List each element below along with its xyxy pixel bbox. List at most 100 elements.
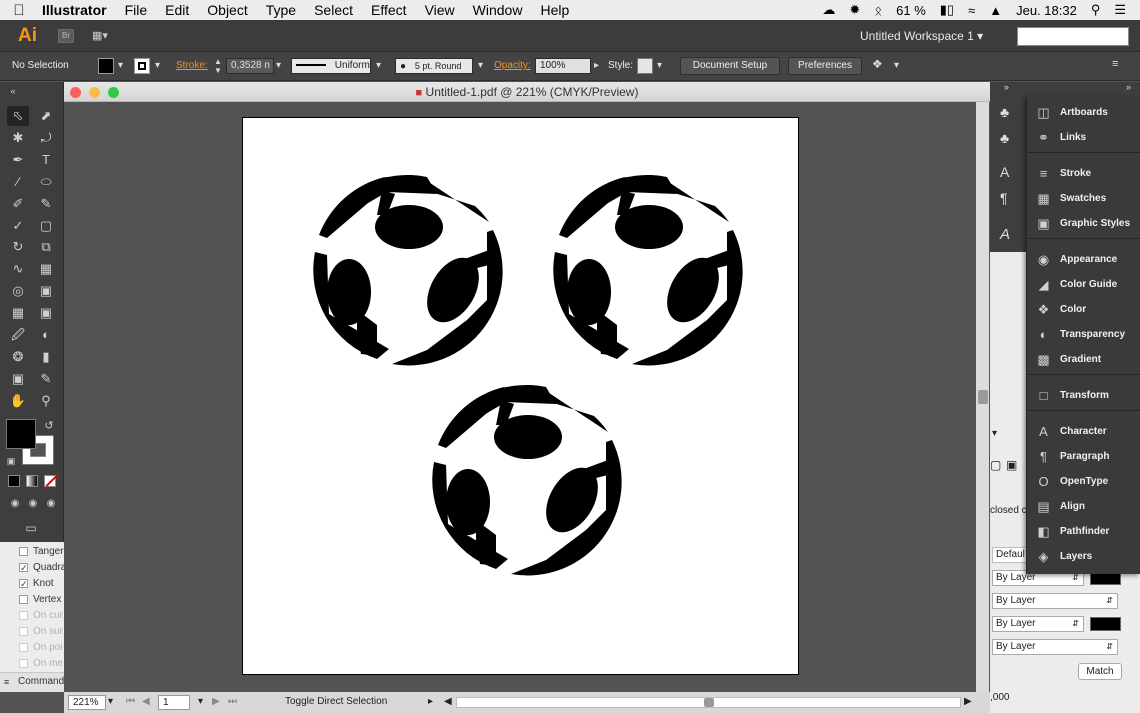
profile-dropdown-icon[interactable]: ▾ — [376, 60, 381, 71]
mesh-tool-icon[interactable]: ▦ — [7, 303, 29, 323]
swap-colors-icon[interactable]: ↺ — [38, 416, 60, 436]
fill-color-front[interactable] — [6, 419, 36, 449]
opacity-field[interactable]: 100% — [535, 58, 591, 74]
pencil-tool-icon[interactable]: ✎ — [35, 194, 57, 214]
symbol-sprayer-tool-icon[interactable]: ❂ — [7, 347, 29, 367]
status-text[interactable]: Toggle Direct Selection — [285, 696, 387, 707]
style-dropdown-icon[interactable]: ▾ — [657, 60, 662, 71]
search-icon[interactable]: ⚲ — [1091, 2, 1101, 18]
menu-app-name[interactable]: Illustrator — [38, 0, 116, 20]
help-search-input[interactable] — [1017, 27, 1129, 46]
fill-dropdown-icon[interactable]: ▾ — [118, 60, 123, 71]
guide-checkbox[interactable] — [19, 595, 28, 604]
dock-item-transform[interactable]: □ Transform — [1027, 383, 1140, 408]
zoom-dropdown-icon[interactable]: ▾ — [108, 696, 113, 707]
hscroll-right-icon[interactable]: ▶ — [964, 696, 972, 707]
next-artboard-icon[interactable]: ▶ — [212, 696, 220, 707]
shape-builder-tool-icon[interactable]: ◎ — [7, 281, 29, 301]
gear-icon[interactable]: ✹ — [849, 2, 860, 18]
width-tool-icon[interactable]: ∿ — [7, 259, 29, 279]
dock-item-swatches[interactable]: ▦ Swatches — [1027, 186, 1140, 211]
type-tool-icon[interactable]: T — [35, 150, 57, 170]
fill-swatch[interactable] — [98, 58, 114, 74]
minimize-window-button[interactable] — [89, 87, 100, 98]
by-layer-dropdown-4[interactable]: By Layer ⇵ — [992, 639, 1118, 655]
dock-item-gradient[interactable]: ▩ Gradient — [1027, 347, 1140, 372]
variable-width-profile[interactable]: Uniform — [291, 58, 371, 74]
command-list-icon[interactable]: ≡ — [4, 677, 9, 687]
gradient-mode-button[interactable] — [26, 475, 38, 487]
dock-item-layers[interactable]: ◈ Layers — [1027, 544, 1140, 569]
apple-icon[interactable]:  — [0, 2, 38, 19]
opacity-dropdown-icon[interactable]: ▸ — [594, 60, 599, 71]
menu-help[interactable]: Help — [531, 0, 578, 20]
guide-checkbox[interactable] — [19, 547, 28, 556]
zoom-field[interactable]: 221% — [68, 695, 106, 710]
paragraph-styles-icon[interactable]: ¶ — [1000, 190, 1008, 206]
bluetooth-icon[interactable]: ᛟ — [874, 3, 882, 18]
dock-item-align[interactable]: ▤ Align — [1027, 494, 1140, 519]
artboard-number-field[interactable]: 1 — [158, 695, 190, 710]
color-mode-button[interactable] — [8, 475, 20, 487]
vertical-scroll-thumb[interactable] — [978, 390, 988, 404]
dock-item-artboards[interactable]: ◫ Artboards — [1027, 100, 1140, 125]
free-transform-tool-icon[interactable]: ▦ — [35, 259, 57, 279]
stroke-weight-field[interactable]: 0,3528 n — [226, 58, 274, 74]
camera-icon[interactable]: ▣ — [1006, 458, 1017, 472]
zoom-window-button[interactable] — [108, 87, 119, 98]
panel-dropdown-icon[interactable]: ▾ — [992, 428, 997, 439]
first-artboard-icon[interactable]: ⏮ — [126, 696, 135, 707]
menu-file[interactable]: File — [116, 0, 157, 20]
dock-item-links[interactable]: ⚭ Links — [1027, 125, 1140, 150]
dock-item-paragraph[interactable]: ¶ Paragraph — [1027, 444, 1140, 469]
arrange-dropdown-icon[interactable]: ▾ — [894, 60, 899, 71]
cube-icon[interactable]: ▢ — [990, 458, 1001, 472]
artboard-tool-icon[interactable]: ▣ — [7, 369, 29, 389]
column-graph-tool-icon[interactable]: ▮ — [35, 347, 57, 367]
bridge-button[interactable]: Br — [58, 29, 74, 43]
guide-checkbox[interactable]: ✓ — [19, 563, 28, 573]
last-artboard-icon[interactable]: ⏭ — [228, 696, 237, 707]
dock-item-pathfinder[interactable]: ◧ Pathfinder — [1027, 519, 1140, 544]
menu-view[interactable]: View — [416, 0, 464, 20]
default-colors-icon[interactable]: ▣ — [0, 451, 22, 471]
glyphs-icon[interactable]: A — [1000, 226, 1010, 243]
none-mode-button[interactable] — [44, 474, 58, 488]
dock-item-character[interactable]: A Character — [1027, 419, 1140, 444]
dock-item-transparency[interactable]: ◐ Transparency — [1027, 322, 1140, 347]
by-layer-dropdown-2[interactable]: By Layer ⇵ — [992, 593, 1118, 609]
clock[interactable]: Jeu. 18:32 — [1016, 3, 1077, 18]
style-swatch[interactable] — [637, 58, 653, 74]
dock-collapse-icon[interactable]: » — [1126, 82, 1131, 92]
draw-inside-icon[interactable]: ◉ — [40, 494, 62, 514]
rotate-tool-icon[interactable]: ↻ — [7, 237, 29, 257]
dock-item-color-guide[interactable]: ◢ Color Guide — [1027, 272, 1140, 297]
match-button[interactable]: Match — [1078, 663, 1122, 680]
paintbrush-tool-icon[interactable]: ✐ — [7, 194, 29, 214]
selection-tool-icon[interactable]: ⬁ — [7, 106, 29, 126]
horizontal-scroll-thumb[interactable] — [704, 698, 714, 707]
shaper-tool-icon[interactable]: ✓ — [7, 216, 29, 236]
ellipse-tool-icon[interactable]: ⬭ — [35, 172, 57, 192]
stroke-dropdown-icon[interactable]: ▾ — [155, 60, 160, 71]
hand-tool-icon[interactable]: ✋ — [7, 391, 29, 411]
pen-tool-icon[interactable]: ✒ — [7, 150, 29, 170]
menu-effect[interactable]: Effect — [362, 0, 416, 20]
line-tool-icon[interactable]: ∕ — [7, 172, 29, 192]
hscroll-left-icon[interactable]: ◀ — [444, 696, 452, 707]
eyedropper-tool-icon[interactable]: 🖉 — [7, 325, 29, 345]
by-layer-dropdown-3[interactable]: By Layer ⇵ — [992, 616, 1084, 632]
symbols-icon[interactable]: ♣ — [1000, 104, 1009, 120]
slice-tool-icon[interactable]: ✎ — [35, 369, 57, 389]
status-menu-icon[interactable]: ▸ — [428, 696, 433, 707]
document-setup-button[interactable]: Document Setup — [680, 57, 780, 75]
list-icon[interactable]: ☰ — [1114, 2, 1126, 18]
workspace-switcher[interactable]: Untitled Workspace 1 ▾ — [860, 29, 983, 43]
perspective-grid-tool-icon[interactable]: ▣ — [35, 281, 57, 301]
color-swatch-2[interactable] — [1090, 617, 1121, 631]
default-dropdown[interactable]: Defaul — [992, 547, 1028, 563]
menu-edit[interactable]: Edit — [156, 0, 198, 20]
dock-item-opentype[interactable]: O OpenType — [1027, 469, 1140, 494]
stroke-stepper-icon[interactable]: ▲ ▼ — [214, 57, 222, 75]
menu-object[interactable]: Object — [198, 0, 256, 20]
